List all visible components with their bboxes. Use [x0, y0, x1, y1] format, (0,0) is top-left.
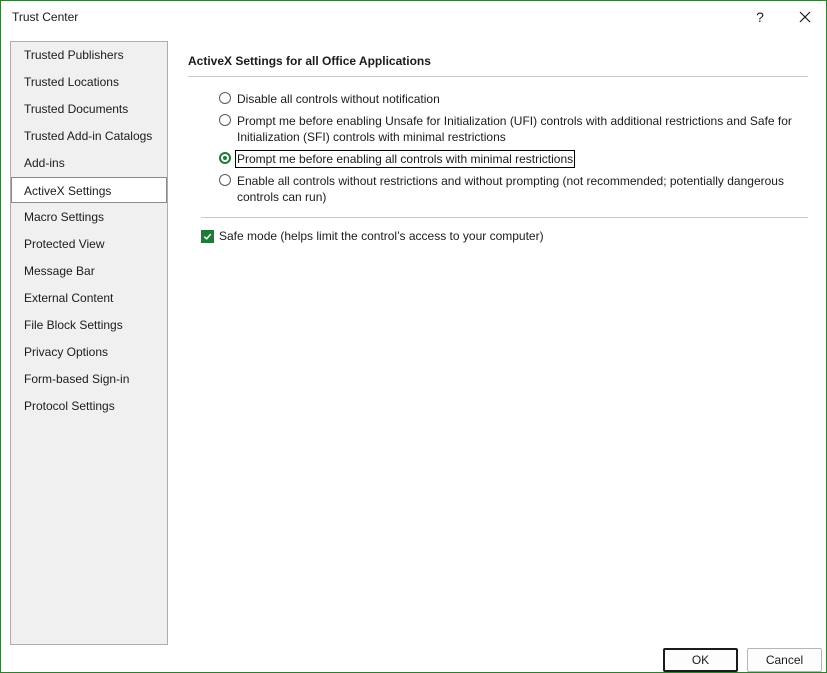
sidebar-item-trusted-locations[interactable]: Trusted Locations — [11, 69, 167, 95]
sidebar-item-protocol-settings[interactable]: Protocol Settings — [11, 393, 167, 419]
radio-label: Enable all controls without restrictions… — [237, 173, 784, 205]
sidebar-item-trusted-add-in-catalogs[interactable]: Trusted Add-in Catalogs — [11, 123, 167, 149]
sidebar-item-message-bar[interactable]: Message Bar — [11, 258, 167, 284]
sidebar-item-external-content[interactable]: External Content — [11, 285, 167, 311]
sidebar-item-trusted-publishers[interactable]: Trusted Publishers — [11, 42, 167, 68]
radio-button[interactable] — [219, 92, 231, 104]
option-enable-all[interactable]: Enable all controls without restrictions… — [219, 173, 784, 205]
close-icon — [799, 11, 811, 23]
radio-button-selected[interactable] — [219, 152, 231, 164]
radio-label-line: Enable all controls without restrictions… — [237, 174, 784, 188]
radio-label: Disable all controls without notificatio… — [237, 92, 440, 106]
help-button[interactable]: ? — [746, 6, 774, 28]
radio-button[interactable] — [219, 174, 231, 186]
radio-button[interactable] — [219, 114, 231, 126]
option-prompt-ufi-sfi[interactable]: Prompt me before enabling Unsafe for Ini… — [219, 113, 792, 145]
sidebar-item-activex-settings[interactable]: ActiveX Settings — [11, 177, 167, 203]
cancel-button[interactable]: Cancel — [747, 648, 822, 672]
checkmark-icon — [203, 233, 212, 240]
sidebar-item-file-block-settings[interactable]: File Block Settings — [11, 312, 167, 338]
sidebar-item-add-ins[interactable]: Add-ins — [11, 150, 167, 176]
title-bar: Trust Center ? — [1, 1, 826, 33]
close-button[interactable] — [791, 6, 819, 28]
radio-label-line: controls can run) — [237, 190, 327, 204]
safe-mode-option[interactable]: Safe mode (helps limit the control’s acc… — [201, 229, 544, 243]
sidebar-item-form-based-sign-in[interactable]: Form-based Sign-in — [11, 366, 167, 392]
ok-button[interactable]: OK — [663, 648, 738, 672]
trust-center-dialog: Trust Center ? Trusted Publishers Truste… — [0, 0, 827, 673]
option-disable-all[interactable]: Disable all controls without notificatio… — [219, 91, 440, 107]
radio-label-line: Prompt me before enabling Unsafe for Ini… — [237, 114, 792, 128]
safe-mode-checkbox[interactable] — [201, 229, 214, 243]
divider — [201, 217, 808, 218]
divider — [188, 76, 808, 77]
option-prompt-all-minimal[interactable]: Prompt me before enabling all controls w… — [219, 150, 576, 168]
radio-label-line: Initialization (SFI) controls with minim… — [237, 130, 506, 144]
category-sidebar: Trusted Publishers Trusted Locations Tru… — [10, 41, 168, 645]
sidebar-item-privacy-options[interactable]: Privacy Options — [11, 339, 167, 365]
section-title: ActiveX Settings for all Office Applicat… — [188, 54, 431, 68]
help-icon: ? — [756, 9, 764, 25]
sidebar-item-protected-view[interactable]: Protected View — [11, 231, 167, 257]
radio-label: Prompt me before enabling Unsafe for Ini… — [237, 113, 792, 145]
radio-label: Prompt me before enabling all controls w… — [234, 150, 576, 168]
dialog-title: Trust Center — [12, 10, 79, 24]
sidebar-item-trusted-documents[interactable]: Trusted Documents — [11, 96, 167, 122]
safe-mode-label: Safe mode (helps limit the control’s acc… — [219, 229, 544, 243]
sidebar-item-macro-settings[interactable]: Macro Settings — [11, 204, 167, 230]
